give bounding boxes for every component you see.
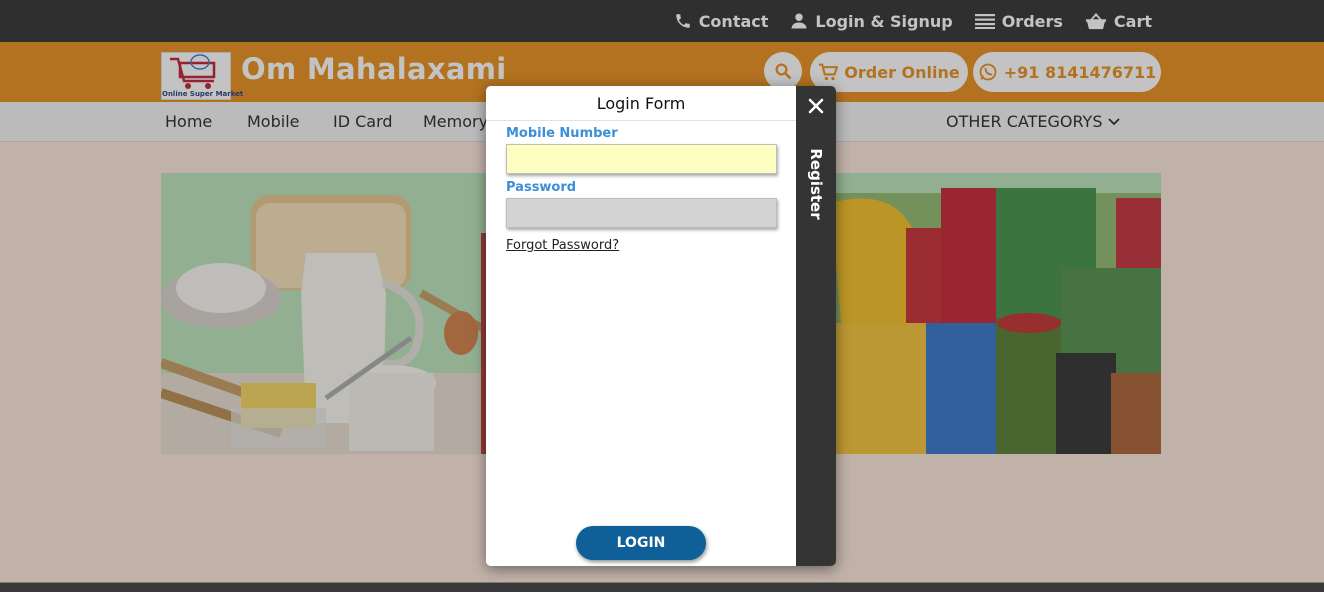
password-label: Password (506, 180, 577, 195)
mobile-number-field[interactable] (506, 144, 777, 174)
mobile-number-label: Mobile Number (506, 126, 618, 141)
login-form: Login Form Mobile Number Password Forgot… (486, 86, 796, 566)
close-button[interactable] (806, 96, 826, 116)
register-label: Register (807, 148, 825, 220)
modal-side-panel: Register (796, 86, 836, 566)
login-button[interactable]: LOGIN (576, 526, 706, 560)
password-field[interactable] (506, 198, 777, 228)
login-form-title: Login Form (486, 86, 796, 121)
login-modal: Login Form Mobile Number Password Forgot… (486, 86, 836, 566)
register-tab[interactable]: Register (806, 148, 826, 220)
close-icon (808, 98, 824, 114)
forgot-password-link[interactable]: Forgot Password? (506, 238, 619, 253)
